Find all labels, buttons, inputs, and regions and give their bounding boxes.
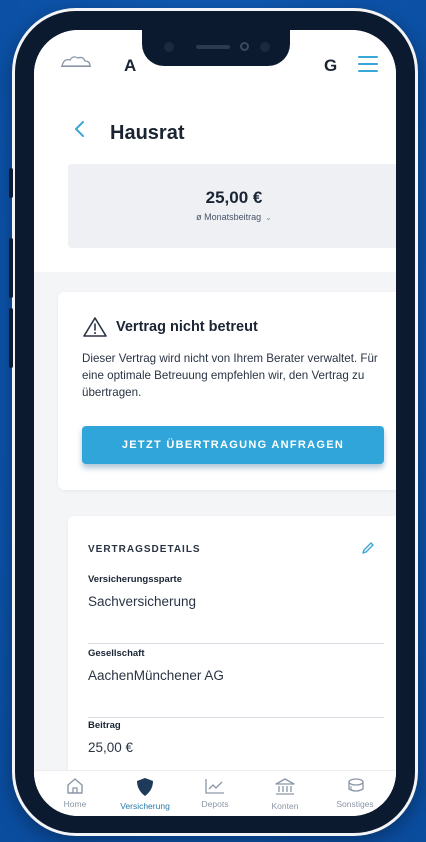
hamburger-menu-icon[interactable]: [358, 56, 378, 72]
field-label: Gesellschaft: [88, 648, 145, 659]
monthly-amount: 25,00 €: [205, 188, 263, 207]
coins-icon: [348, 778, 364, 792]
home-icon: [67, 778, 83, 794]
tab-label: Versicherung: [120, 801, 170, 811]
tab-depots[interactable]: Depots: [180, 775, 250, 815]
screen: A G Hausrat 25,00 € ø Monatsbeitrag ⌄ Ve…: [34, 30, 396, 816]
warning-text: Dieser Vertrag wird nicht von Ihrem Bera…: [82, 352, 378, 399]
premium-summary: 25,00 € ø Monatsbeitrag ⌄: [68, 164, 396, 248]
cloud-logo-icon: [61, 56, 91, 67]
tab-home[interactable]: Home: [40, 775, 110, 815]
field-gesellschaft: Gesellschaft AachenMünchener AG: [88, 648, 384, 718]
period-label: ø Monatsbeitrag: [196, 212, 262, 222]
field-beitrag: Beitrag 25,00 €: [88, 720, 384, 770]
request-transfer-button[interactable]: JETZT ÜBERTRAGUNG ANFRAGEN: [82, 426, 384, 464]
tab-label: Home: [63, 799, 87, 809]
side-button: [9, 168, 13, 198]
field-value: 25,00 €: [88, 740, 134, 755]
chart-icon: [205, 779, 224, 794]
shield-icon: [137, 778, 153, 796]
tab-label: Sonstiges: [336, 799, 374, 809]
field-value: Sachversicherung: [88, 594, 197, 609]
not-managed-card: Vertrag nicht betreut Dieser Vertrag wir…: [58, 292, 396, 490]
app-title-end: G: [324, 56, 338, 75]
page-title: Hausrat: [110, 122, 185, 144]
tab-versicherung[interactable]: Versicherung: [110, 775, 180, 815]
bank-icon: [275, 778, 295, 795]
tab-label: Depots: [201, 799, 229, 809]
tab-label: Konten: [271, 801, 299, 811]
field-value: AachenMünchener AG: [88, 668, 224, 683]
phone-frame: A G Hausrat 25,00 € ø Monatsbeitrag ⌄ Ve…: [9, 8, 418, 836]
field-label: Beitrag: [88, 720, 121, 731]
pencil-icon[interactable]: [360, 540, 376, 556]
bottom-tab-bar: Home Versicherung Depots Konten Sonstige…: [34, 770, 396, 816]
side-button: [9, 238, 13, 298]
field-versicherungssparte: Versicherungssparte Sachversicherung: [88, 574, 384, 644]
chevron-down-icon: ⌄: [265, 213, 272, 222]
app-title: A: [124, 56, 137, 75]
contract-details-card: VERTRAGSDETAILS Versicherungssparte Sach…: [68, 516, 396, 770]
tab-sonstiges[interactable]: Sonstiges: [320, 775, 390, 815]
tab-konten[interactable]: Konten: [250, 775, 320, 815]
warning-title: Vertrag nicht betreut: [116, 319, 258, 335]
main-content: Hausrat 25,00 € ø Monatsbeitrag ⌄ Vertrag…: [34, 92, 396, 770]
period-selector[interactable]: ø Monatsbeitrag ⌄: [68, 212, 396, 222]
field-label: Versicherungssparte: [88, 574, 182, 585]
details-heading: VERTRAGSDETAILS: [88, 544, 201, 555]
side-button: [9, 308, 13, 368]
chevron-left-icon[interactable]: [72, 120, 86, 138]
phone-notch: [142, 30, 290, 66]
warning-icon: [83, 317, 107, 337]
